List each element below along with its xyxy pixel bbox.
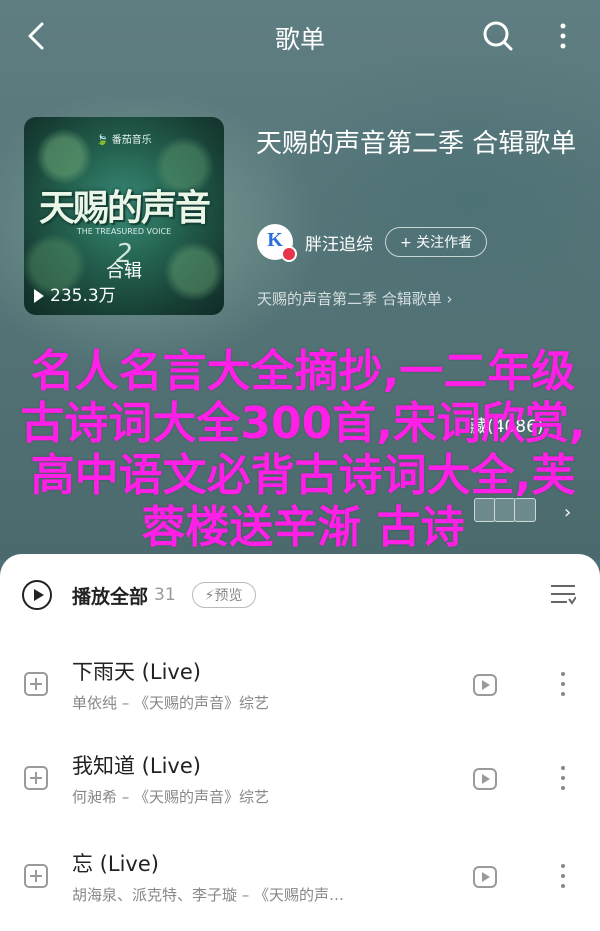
more-vertical-icon[interactable] bbox=[548, 18, 578, 54]
video-play-icon[interactable] bbox=[473, 866, 497, 888]
cover-tag: 合辑 bbox=[106, 261, 142, 282]
playlist-description[interactable]: 天赐的声音第二季 合辑歌单 › bbox=[257, 288, 453, 309]
song-row[interactable]: 下雨天 (Live) 单依纯 – 《天赐的声音》综艺 bbox=[0, 646, 600, 736]
play-circle-icon[interactable] bbox=[22, 580, 52, 610]
play-count: 235.3万 bbox=[34, 281, 116, 306]
song-row[interactable]: 忘 (Live) 胡海泉、派克特、李子璇 – 《天赐的声… bbox=[0, 838, 600, 928]
more-vertical-icon[interactable] bbox=[560, 672, 566, 698]
verified-badge-icon bbox=[281, 246, 297, 262]
creator-name[interactable]: 胖汪追综 bbox=[305, 230, 373, 255]
play-all-row[interactable]: 播放全部 31 ⚡预览 bbox=[22, 578, 256, 612]
cover-logo: 🍃 番茄音乐 bbox=[96, 135, 152, 146]
follow-button[interactable]: + 关注作者 bbox=[385, 227, 488, 257]
play-count-value: 235.3万 bbox=[50, 286, 116, 306]
add-icon[interactable] bbox=[24, 766, 48, 790]
song-meta: 单依纯 – 《天赐的声音》综艺 bbox=[72, 694, 270, 712]
video-play-icon[interactable] bbox=[473, 768, 497, 790]
add-icon[interactable] bbox=[24, 672, 48, 696]
search-icon[interactable] bbox=[480, 18, 516, 54]
top-bar: 歌单 bbox=[0, 0, 600, 74]
more-vertical-icon[interactable] bbox=[560, 864, 566, 890]
song-meta: 何昶希 – 《天赐的声音》综艺 bbox=[72, 788, 270, 806]
avatar[interactable]: K bbox=[257, 224, 297, 262]
playlist-title: 天赐的声音第二季 合辑歌单 bbox=[256, 129, 577, 159]
cover-show-title: 天赐的声音 bbox=[38, 188, 211, 229]
song-title: 忘 (Live) bbox=[72, 852, 159, 876]
cover-show-subtitle: THE TREASURED VOICE bbox=[76, 227, 172, 236]
preview-button[interactable]: ⚡预览 bbox=[191, 582, 256, 608]
list-manage-icon[interactable] bbox=[550, 582, 576, 606]
play-icon bbox=[34, 289, 44, 303]
video-play-icon[interactable] bbox=[473, 674, 497, 696]
creator-row: K 胖汪追综 + 关注作者 bbox=[257, 224, 488, 262]
add-icon[interactable] bbox=[24, 864, 48, 888]
song-row[interactable]: 我知道 (Live) 何昶希 – 《天赐的声音》综艺 bbox=[0, 740, 600, 830]
playlist-cover[interactable]: 🍃 番茄音乐 天赐的声音 THE TREASURED VOICE 2 合辑 23… bbox=[24, 117, 224, 315]
play-all-label[interactable]: 播放全部 bbox=[72, 582, 148, 609]
overlay-banner-text: 名人名言大全摘抄,一二年级古诗词大全300首,宋词欣赏,高中语文必背古诗词大全,… bbox=[20, 346, 586, 553]
song-meta: 胡海泉、派克特、李子璇 – 《天赐的声… bbox=[72, 886, 345, 904]
song-title: 我知道 (Live) bbox=[72, 754, 201, 778]
song-count: 31 bbox=[154, 585, 176, 605]
song-title: 下雨天 (Live) bbox=[72, 660, 201, 684]
more-vertical-icon[interactable] bbox=[560, 766, 566, 792]
